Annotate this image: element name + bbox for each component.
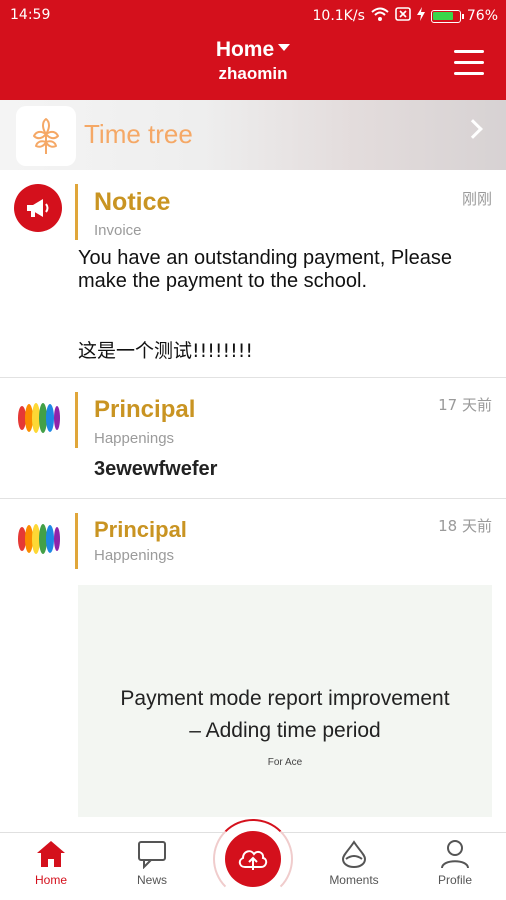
post-image[interactable]: Payment mode report improvement – Adding… [78, 585, 492, 817]
nav-profile-label: Profile [437, 873, 472, 887]
divider-bar [75, 513, 78, 569]
item-time: 刚刚 [461, 190, 492, 208]
sim-icon [395, 7, 411, 25]
charging-icon [416, 7, 425, 25]
nav-home-label: Home [34, 873, 67, 887]
item-body-extra: 这是一个测试!!!!!!!! [78, 340, 253, 362]
feed-item-notice[interactable]: Notice Invoice 刚刚 You have an outstandin… [0, 170, 506, 378]
time-tree-banner[interactable]: Time tree [0, 100, 506, 170]
colorful-logo-icon [14, 515, 62, 563]
header-title-block[interactable]: Home zhaomin [0, 38, 506, 84]
item-title: Principal [94, 517, 187, 542]
moments-icon [341, 840, 367, 869]
nav-news[interactable]: News [112, 839, 192, 887]
caret-down-icon [278, 43, 291, 51]
item-title: Principal [94, 396, 196, 423]
image-caption-line3: For Ace [267, 757, 303, 768]
chevron-right-icon [463, 119, 483, 139]
divider-bar [75, 392, 78, 448]
divider-bar [75, 184, 78, 240]
status-bar: 14:59 10.1K/s 76% [0, 0, 506, 30]
chat-icon [138, 841, 166, 869]
item-time: 17 天前 [438, 396, 492, 414]
network-speed: 10.1K/s [312, 8, 365, 24]
item-body: You have an outstanding payment, Please … [78, 247, 452, 292]
colorful-logo-icon [14, 394, 62, 442]
feed-item-principal[interactable]: Principal Happenings 17 天前 3ewewfwefer [0, 378, 506, 499]
item-body: 3ewewfwefer [94, 458, 218, 480]
nav-home[interactable]: Home [11, 839, 91, 887]
nav-news-label: News [136, 873, 167, 887]
battery-icon [430, 9, 464, 23]
time-tree-label: Time tree [84, 119, 193, 149]
nav-moments-label: Moments [329, 873, 379, 887]
item-subtitle: Happenings [94, 547, 175, 564]
app-header: 14:59 10.1K/s 76% Home zhaomin [0, 0, 506, 100]
status-indicators: 10.1K/s 76% [312, 7, 498, 25]
user-name: zhaomin [218, 64, 288, 83]
status-time: 14:59 [10, 7, 51, 23]
image-caption-line2: – Adding time period [189, 719, 381, 742]
nav-profile[interactable]: Profile [415, 839, 495, 887]
nav-moments[interactable]: Moments [314, 839, 394, 887]
profile-icon [441, 840, 469, 869]
wifi-icon [371, 7, 389, 25]
megaphone-icon [14, 184, 62, 232]
upload-cloud-icon[interactable] [225, 831, 281, 887]
item-subtitle: Happenings [94, 430, 175, 447]
bottom-nav: Home News Moments Profile [0, 819, 506, 900]
item-time: 18 天前 [438, 517, 492, 535]
item-title: Notice [94, 188, 171, 216]
image-caption-line1: Payment mode report improvement [120, 687, 450, 710]
hamburger-icon[interactable] [454, 50, 484, 76]
item-subtitle: Invoice [94, 222, 142, 239]
home-icon [37, 841, 65, 867]
page-title: Home [215, 38, 275, 61]
battery-level: 76% [466, 8, 498, 24]
tree-icon [16, 106, 76, 166]
